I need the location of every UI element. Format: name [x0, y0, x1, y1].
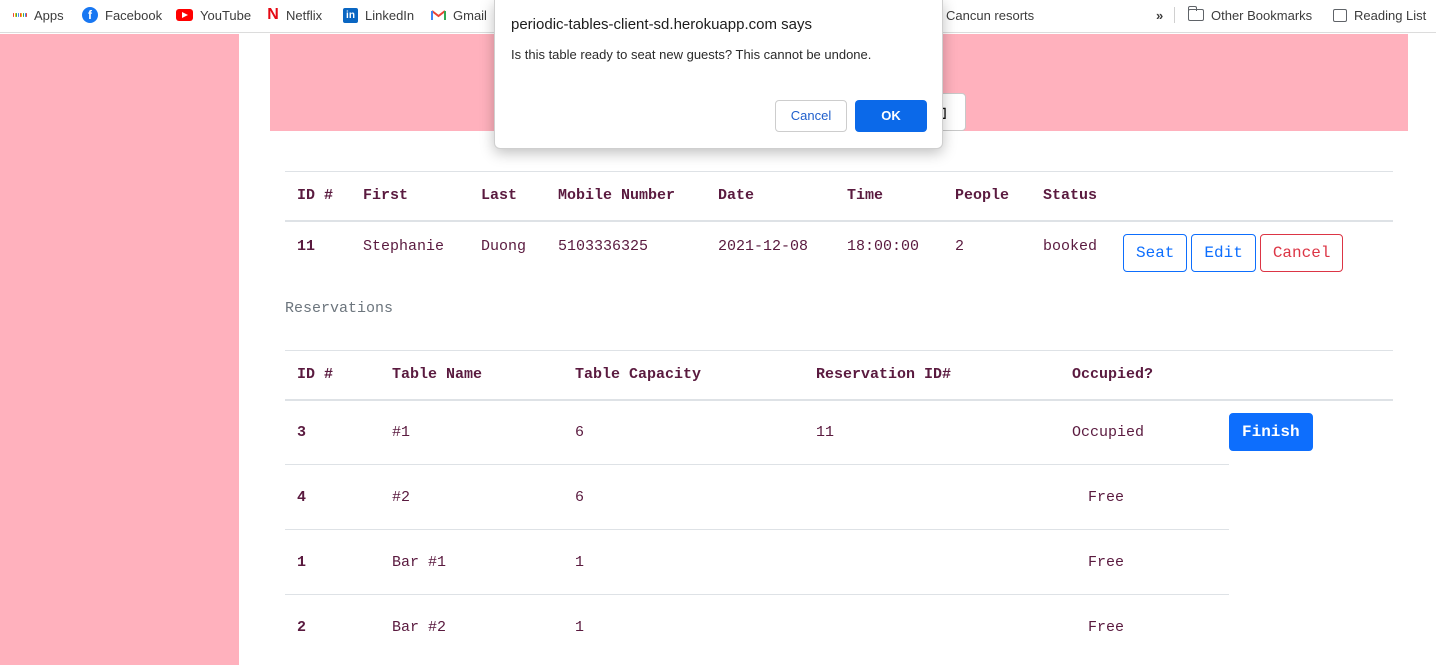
table-capacity: 1: [575, 618, 585, 636]
table-capacity: 1: [563, 529, 804, 595]
chevron-double-right-icon: »: [1156, 7, 1164, 23]
dialog-message: Is this table ready to seat new guests? …: [511, 47, 872, 62]
column-header: Table Capacity: [575, 366, 702, 384]
table-reservation-id: [804, 595, 1060, 660]
bookmarks-overflow-button[interactable]: »: [1156, 0, 1163, 30]
table-reservation-id: 11: [804, 399, 1060, 465]
reading-list-label: Reading List: [1354, 7, 1427, 23]
confirm-dialog: periodic-tables-client-sd.herokuapp.com …: [494, 0, 943, 149]
table-row: 2 Bar #2 1 Free: [285, 595, 1393, 660]
reservation-first-name: Stephanie: [363, 237, 445, 255]
table-name: #2: [380, 464, 563, 530]
column-header: Occupied?: [1072, 366, 1154, 384]
column-header: People: [955, 187, 1010, 205]
bookmark-cancun-resorts[interactable]: Cancun resorts: [946, 0, 1034, 30]
column-header-actions: [1229, 351, 1393, 400]
facebook-icon: f: [82, 7, 98, 23]
other-bookmarks[interactable]: Other Bookmarks: [1187, 0, 1313, 30]
linkedin-icon: in: [343, 7, 358, 23]
table-capacity: 6: [563, 399, 804, 465]
bookmark-label: YouTube: [200, 7, 252, 23]
cancel-reservation-button[interactable]: Cancel: [1259, 233, 1344, 272]
seat-button[interactable]: Seat: [1123, 233, 1188, 272]
edit-button[interactable]: Edit: [1191, 233, 1256, 272]
table-actions: [1229, 465, 1393, 530]
table-header-row: ID # Table Name Table Capacity Reservati…: [285, 351, 1393, 400]
reservation-status: booked: [1043, 237, 1098, 255]
table-occupied-status: Free: [1060, 464, 1229, 530]
reservations-table: ID # First Last Mobile Number Date Time …: [285, 171, 1393, 285]
table-reservation-id: [804, 464, 1060, 530]
column-header: ID #: [297, 187, 334, 205]
column-header: First: [363, 187, 409, 205]
table-reservation-id: [804, 529, 1060, 595]
bookmark-label: Facebook: [105, 7, 163, 23]
sidebar: [0, 34, 239, 665]
table-row: 1 Bar #1 1 Free: [285, 529, 1393, 595]
table-name: Bar #1: [380, 529, 563, 595]
reservation-last-name: Duong: [481, 237, 527, 255]
bookmark-label: Gmail: [453, 7, 487, 23]
column-header: Status: [1043, 187, 1098, 205]
tables-table: ID # Table Name Table Capacity Reservati…: [285, 350, 1393, 660]
bookmark-youtube[interactable]: YouTube: [176, 0, 251, 30]
bookmark-facebook[interactable]: f Facebook: [82, 0, 162, 30]
finish-button[interactable]: Finish: [1229, 412, 1313, 451]
bookmark-linkedin[interactable]: in LinkedIn: [343, 0, 414, 30]
bookmark-apps[interactable]: Apps: [12, 0, 64, 30]
table-occupied-status: Free: [1088, 618, 1125, 636]
netflix-icon: N: [267, 6, 279, 23]
reservation-id: 11: [297, 237, 316, 255]
column-header: Mobile Number: [558, 187, 676, 205]
section-title: Reservations: [285, 300, 394, 317]
bookmark-label: LinkedIn: [365, 7, 415, 23]
bookmark-gmail[interactable]: Gmail: [431, 0, 487, 30]
youtube-icon: [176, 9, 193, 21]
table-actions: Finish: [1229, 400, 1393, 465]
bookmarks-divider: [1174, 7, 1175, 23]
column-header: Date: [718, 187, 755, 205]
column-header-actions: [1122, 172, 1393, 221]
dialog-cancel-button[interactable]: Cancel: [775, 100, 847, 132]
table-id: 2: [297, 618, 307, 636]
reservation-actions: Seat Edit Cancel: [1122, 221, 1393, 285]
table-row: 3 #1 6 11 Occupied Finish: [285, 399, 1393, 465]
table-header-row: ID # First Last Mobile Number Date Time …: [285, 172, 1393, 221]
column-header: ID #: [297, 366, 334, 384]
table-actions: [1229, 530, 1393, 595]
other-bookmarks-label: Other Bookmarks: [1211, 7, 1313, 23]
table-actions: [1229, 595, 1393, 660]
dialog-ok-button[interactable]: OK: [855, 100, 927, 132]
bookmark-netflix[interactable]: N Netflix: [267, 0, 322, 30]
dialog-title: periodic-tables-client-sd.herokuapp.com …: [511, 16, 812, 33]
table-capacity: 6: [563, 464, 804, 530]
reservation-date: 2021-12-08: [718, 237, 809, 255]
bookmark-label: Netflix: [286, 7, 323, 23]
table-id: 3: [285, 399, 380, 465]
folder-icon: [1187, 6, 1204, 21]
column-header: Table Name: [392, 366, 483, 384]
bookmark-label: Cancun resorts: [946, 7, 1035, 23]
column-header: Last: [481, 187, 518, 205]
table-id: 4: [285, 464, 380, 530]
table-id: 1: [285, 529, 380, 595]
table-name: #1: [380, 399, 563, 465]
reservation-time: 18:00:00: [847, 237, 920, 255]
column-header: Reservation ID#: [816, 366, 952, 384]
table-name: Bar #2: [392, 618, 447, 636]
reservation-mobile: 5103336325: [558, 237, 649, 255]
column-header: Time: [847, 187, 884, 205]
gmail-icon: [431, 9, 446, 21]
reservation-people: 2: [955, 237, 965, 255]
table-occupied-status: Free: [1060, 529, 1229, 595]
apps-grid-icon: [12, 8, 28, 22]
table-row: 4 #2 6 Free: [285, 464, 1393, 530]
table-row: 11 Stephanie Duong 5103336325 2021-12-08…: [285, 221, 1393, 285]
reading-list-icon: [1333, 8, 1347, 22]
table-occupied-status: Occupied: [1060, 399, 1229, 465]
bookmark-label: Apps: [34, 7, 64, 23]
reading-list[interactable]: Reading List: [1333, 0, 1426, 30]
